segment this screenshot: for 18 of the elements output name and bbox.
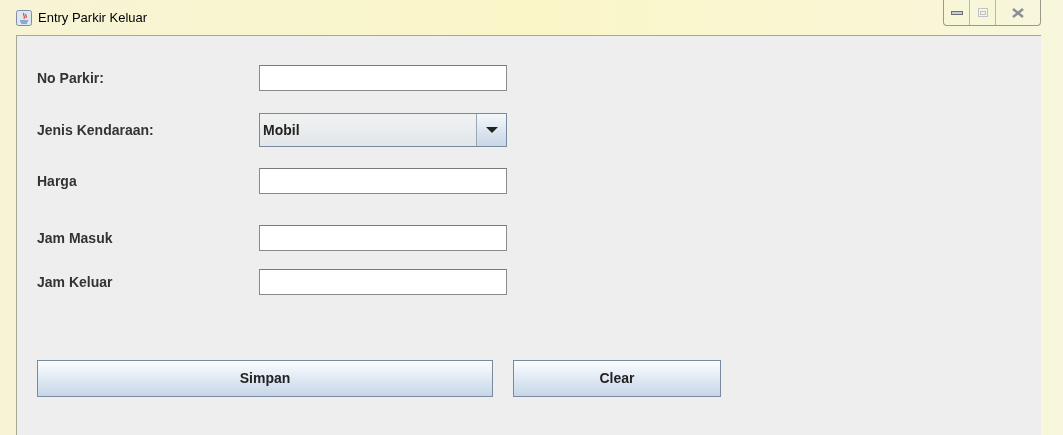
input-field[interactable] <box>259 168 507 194</box>
field-label: Jenis Kendaraan: <box>37 120 155 140</box>
input-field[interactable] <box>259 225 507 251</box>
input-field[interactable] <box>259 269 507 295</box>
field-label: No Parkir: <box>37 68 105 88</box>
dropdown[interactable]: Mobil <box>259 113 507 147</box>
minimize-icon <box>950 10 963 15</box>
field-label: Harga <box>37 171 78 191</box>
close-icon <box>1012 7 1024 18</box>
input-field[interactable] <box>259 65 507 91</box>
app-icon <box>16 9 32 26</box>
save-button[interactable]: Simpan <box>37 360 493 397</box>
clear-button[interactable]: Clear <box>513 360 721 397</box>
maximize-icon <box>977 8 988 17</box>
field-label: Jam Masuk <box>37 228 114 248</box>
field-label: Jam Keluar <box>37 272 114 292</box>
dropdown-caret-icon <box>485 127 498 133</box>
window-title: Entry Parkir Keluar <box>38 8 148 27</box>
